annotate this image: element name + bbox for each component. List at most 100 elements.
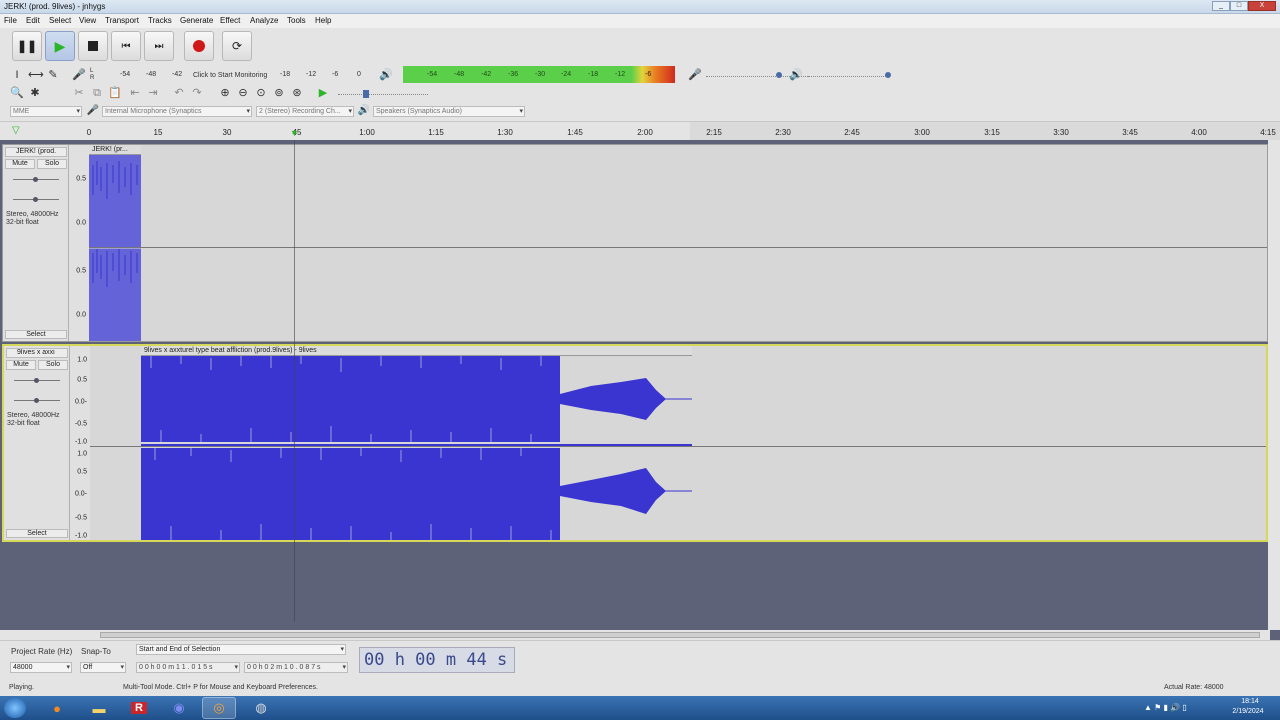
select-track-button[interactable]: Select — [6, 529, 68, 538]
menu-view[interactable]: View — [79, 16, 96, 25]
horizontal-scrollbar[interactable] — [0, 630, 1270, 640]
taskbar-discord-icon[interactable]: ◉ — [162, 697, 196, 719]
clock-time[interactable]: 18:14 — [1232, 698, 1268, 705]
menu-help[interactable]: Help — [315, 16, 331, 25]
rec-meter-tick: -12 — [306, 71, 317, 78]
audio-clip[interactable]: 9lives x axxturel type beat affliction (… — [141, 346, 692, 540]
selection-tool-icon[interactable]: I — [10, 68, 24, 82]
taskbar-audacity-icon[interactable]: ◎ — [202, 697, 236, 719]
start-monitoring-label[interactable]: Click to Start Monitoring — [193, 72, 267, 79]
channels-dropdown[interactable]: 2 (Stereo) Recording Ch... — [256, 106, 354, 117]
solo-button[interactable]: Solo — [37, 159, 67, 169]
clip-title[interactable]: JERK! (pr... — [89, 145, 141, 155]
gain-thumb[interactable] — [34, 378, 39, 383]
maximize-button[interactable]: □ — [1230, 1, 1248, 11]
menu-transport[interactable]: Transport — [105, 16, 139, 25]
track-control-panel[interactable]: × JERK! (prod. Mute Solo Stereo, 48000Hz… — [3, 145, 69, 341]
menu-file[interactable]: File — [4, 16, 17, 25]
vertical-scale[interactable]: 1.0 0.5 0.0- -0.5 -1.0 1.0 0.5 0.0- -0.5… — [70, 346, 90, 540]
stop-button[interactable] — [78, 31, 108, 61]
track-control-panel[interactable]: × 9lives x axxi Mute Solo Stereo, 48000H… — [4, 346, 70, 540]
redo-icon[interactable]: ↷ — [190, 86, 204, 100]
scale-label: 0.5 — [77, 376, 87, 384]
menu-select[interactable]: Select — [49, 16, 71, 25]
taskbar-explorer-icon[interactable]: ▬ — [82, 697, 116, 719]
track-jerk[interactable]: × JERK! (prod. Mute Solo Stereo, 48000Hz… — [2, 144, 1268, 342]
project-rate-dropdown[interactable]: 48000 — [10, 662, 72, 673]
input-device-dropdown[interactable]: Internal Microphone (Synaptics — [102, 106, 252, 117]
loop-button[interactable]: ⟳ — [222, 31, 252, 61]
solo-button[interactable]: Solo — [38, 360, 68, 370]
zoom-out-icon[interactable]: ⊖ — [236, 86, 250, 100]
skip-end-button[interactable]: ⏭ — [144, 31, 174, 61]
selection-end-field[interactable]: 0 0 h 0 2 m 1 0 . 0 8 7 s — [244, 662, 348, 673]
zoom-tool-icon[interactable]: 🔍 — [10, 86, 24, 100]
record-volume-thumb[interactable] — [776, 72, 782, 78]
play-meter-tick: -42 — [481, 71, 492, 78]
mute-button[interactable]: Mute — [5, 159, 35, 169]
draw-tool-icon[interactable]: ✎ — [46, 68, 60, 82]
cut-icon[interactable]: ✂ — [72, 86, 86, 100]
track-9lives[interactable]: × 9lives x axxi Mute Solo Stereo, 48000H… — [2, 344, 1268, 542]
audio-clip[interactable]: JERK! (pr... — [89, 145, 141, 341]
selection-start-field[interactable]: 0 0 h 0 0 m 1 1 . 0 1 5 s — [136, 662, 240, 673]
audio-position-display[interactable]: 00 h 00 m 44 s — [359, 647, 515, 673]
multi-tool-icon[interactable]: ✱ — [28, 86, 42, 100]
clock-date[interactable]: 2/19/2024 — [1226, 708, 1270, 715]
menu-effect[interactable]: Effect — [220, 16, 240, 25]
gain-thumb[interactable] — [33, 177, 38, 182]
output-device-dropdown[interactable]: Speakers (Synaptics Audio) — [373, 106, 525, 117]
selection-mode-dropdown[interactable]: Start and End of Selection — [136, 644, 346, 655]
start-button[interactable] — [4, 698, 26, 718]
menu-edit[interactable]: Edit — [26, 16, 40, 25]
silence-icon[interactable]: ⇥ — [146, 86, 160, 100]
play-at-speed-icon[interactable]: ▶ — [316, 86, 330, 100]
menu-analyze[interactable]: Analyze — [250, 16, 278, 25]
scrollbar-thumb[interactable] — [100, 632, 1260, 638]
copy-icon[interactable]: ⧉ — [90, 86, 104, 100]
audio-host-dropdown[interactable]: MME — [10, 106, 82, 117]
minimize-button[interactable]: _ — [1212, 1, 1230, 11]
close-button[interactable]: X — [1248, 1, 1276, 11]
timeline-options-icon[interactable]: ▽ — [12, 125, 20, 136]
taskbar-obs-icon[interactable]: ◍ — [244, 697, 278, 719]
tracks-area[interactable]: × JERK! (prod. Mute Solo Stereo, 48000Hz… — [0, 140, 1280, 630]
menu-tracks[interactable]: Tracks — [148, 16, 172, 25]
snap-to-dropdown[interactable]: Off — [80, 662, 126, 673]
track-name-menu[interactable]: JERK! (prod. — [5, 147, 67, 157]
taskbar-app-r-icon[interactable]: R — [122, 697, 156, 719]
play-speed-slider[interactable] — [338, 94, 428, 95]
taskbar-firefox-icon[interactable]: ● — [40, 697, 74, 719]
play-head-marker[interactable]: ▼ — [290, 128, 299, 138]
vertical-scrollbar[interactable] — [1268, 140, 1280, 630]
microphone-icon[interactable]: 🎤 — [72, 68, 86, 82]
select-track-button[interactable]: Select — [5, 330, 67, 339]
undo-icon[interactable]: ↶ — [172, 86, 186, 100]
zoom-toggle-icon[interactable]: ⊛ — [290, 86, 304, 100]
pan-thumb[interactable] — [33, 197, 38, 202]
tray-icons[interactable]: ▲ ⚑ ▮ 🔊 ▯ — [1144, 703, 1187, 712]
record-button[interactable] — [184, 31, 214, 61]
fit-project-icon[interactable]: ⊚ — [272, 86, 286, 100]
play-button[interactable]: ▶ — [45, 31, 75, 61]
timeline-ruler[interactable]: ▽ 0 15 30 45 1:00 1:15 1:30 1:45 2:00 2:… — [0, 122, 1280, 140]
envelope-tool-icon[interactable]: ⟷ — [28, 68, 44, 82]
pause-button[interactable]: ❚❚ — [12, 31, 42, 61]
menu-generate[interactable]: Generate — [180, 16, 213, 25]
playback-volume-thumb[interactable] — [885, 72, 891, 78]
vertical-scale[interactable]: 0.5 0.0 0.5 0.0 — [69, 145, 89, 341]
zoom-in-icon[interactable]: ⊕ — [218, 86, 232, 100]
speaker-icon[interactable]: 🔊 — [379, 68, 393, 82]
mute-button[interactable]: Mute — [6, 360, 36, 370]
playback-volume-slider[interactable] — [808, 76, 888, 77]
play-speed-thumb[interactable] — [363, 90, 369, 98]
clip-title[interactable]: 9lives x axxturel type beat affliction (… — [141, 346, 692, 356]
trim-icon[interactable]: ⇤ — [128, 86, 142, 100]
waveform — [89, 155, 141, 341]
skip-start-button[interactable]: ⏮ — [111, 31, 141, 61]
track-name-menu[interactable]: 9lives x axxi — [6, 348, 68, 358]
pan-thumb[interactable] — [34, 398, 39, 403]
paste-icon[interactable]: 📋 — [108, 86, 122, 100]
menu-tools[interactable]: Tools — [287, 16, 306, 25]
fit-selection-icon[interactable]: ⊙ — [254, 86, 268, 100]
